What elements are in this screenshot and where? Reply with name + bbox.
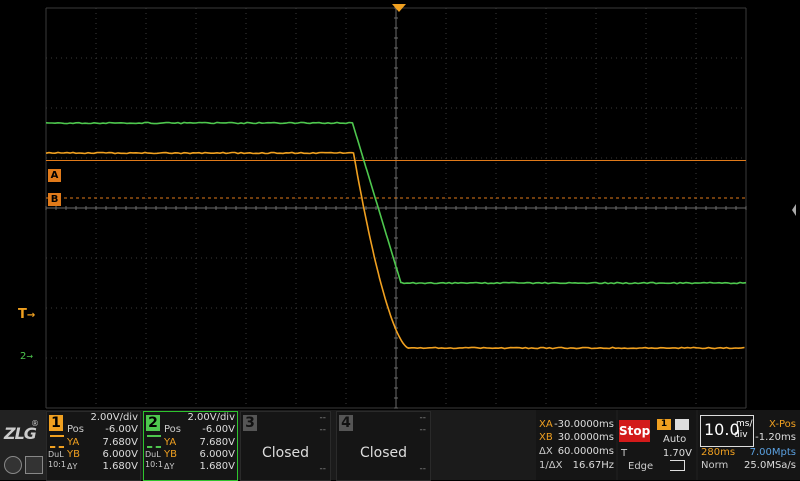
ch1-dy: 1.680V (103, 461, 138, 472)
trigger-level-label: T (621, 448, 627, 459)
ch4-dy-placeholder: -- (420, 464, 427, 474)
touch-icon[interactable] (4, 456, 22, 474)
trigger-type: Edge (628, 461, 653, 472)
ch2-yb: 6.000V (200, 449, 235, 460)
right-scroll-icon[interactable] (792, 204, 796, 216)
dx-value: 60.0000ms (558, 446, 614, 457)
ch3-panel[interactable]: 3 -- -- Closed -- (240, 411, 331, 481)
ch2-probe: 10:1 (145, 459, 163, 470)
ch3-scale-placeholder: -- (320, 413, 327, 423)
trigger-level-marker[interactable]: T→ (18, 307, 35, 322)
ch1-pos: -6.00V (105, 424, 138, 435)
timebase-unit-bottom: div (734, 430, 748, 441)
ch1-number: 1 (49, 415, 63, 431)
freq-label: 1/ΔX (539, 460, 562, 471)
timebase-unit-top: ms/ (736, 419, 753, 430)
xpos-value: -1.20ms (755, 432, 796, 443)
ch2-scale: 2.00V/div (187, 412, 235, 423)
ch2-ref-arrow-icon: → (26, 352, 33, 361)
xa-label: XA (539, 419, 553, 430)
cursor-readout-panel[interactable]: XA -30.0000ms XB 30.0000ms ΔX 60.0000ms … (536, 410, 616, 480)
acquire-mode: Norm (701, 460, 728, 471)
trigger-level-label: T (18, 307, 27, 322)
ch3-status: Closed (241, 445, 330, 461)
ch2-yb-label: YB (164, 449, 177, 460)
trigger-panel[interactable]: Stop 1 Auto T 1.70V Edge (618, 410, 696, 480)
ch1-waveform (46, 153, 745, 349)
ch1-ya: 7.680V (103, 437, 138, 448)
trigger-arrow-icon: → (27, 310, 35, 321)
dx-label: ΔX (539, 446, 553, 457)
ch1-yb-label: YB (67, 449, 80, 460)
freq-value: 16.67Hz (573, 460, 614, 471)
ch4-status: Closed (337, 445, 430, 461)
ch4-pos-placeholder: -- (420, 425, 427, 435)
trigger-coupling-icon (675, 419, 689, 430)
cursor-b-marker[interactable]: B (48, 193, 61, 206)
ch2-pos-label: Pos (164, 424, 181, 435)
ch1-coupling-icon (50, 435, 64, 448)
xa-value: -30.0000ms (554, 419, 614, 430)
waveform-display[interactable] (0, 0, 800, 410)
xb-label: XB (539, 432, 553, 443)
trigger-source-badge[interactable]: 1 (657, 419, 671, 430)
ch3-number: 3 (243, 415, 257, 431)
memory-points: 7.00Mpts (750, 447, 796, 458)
ch3-pos-placeholder: -- (320, 425, 327, 435)
ch1-yb: 6.000V (103, 449, 138, 460)
sample-rate: 25.0MSa/s (744, 460, 796, 471)
ch1-ya-label: YA (67, 437, 79, 448)
trigger-mode: Auto (663, 434, 686, 445)
ch2-coupling-icon (147, 435, 161, 448)
ch1-pos-label: Pos (67, 424, 84, 435)
ch4-number: 4 (339, 415, 353, 431)
registered-icon: ® (31, 419, 39, 428)
ch1-probe: 10:1 (48, 459, 66, 470)
ch2-ref-marker[interactable]: 2→ (20, 351, 33, 362)
ch2-ya: 7.680V (200, 437, 235, 448)
ch2-dy-label: ΔY (164, 461, 174, 472)
run-stop-button[interactable]: Stop (619, 420, 650, 442)
ch2-panel[interactable]: 2 2.00V/div Pos -6.00V YA 7.680V YB 6.00… (143, 411, 238, 481)
trigger-level: 1.70V (663, 448, 692, 459)
ch1-dy-label: ΔY (67, 461, 77, 472)
ch2-number: 2 (146, 415, 160, 431)
timebase-panel[interactable]: 10.0 ms/ div X-Pos -1.20ms 280ms 7.00Mpt… (698, 410, 800, 480)
cursor-a-marker[interactable]: A (48, 169, 61, 182)
ch4-panel[interactable]: 4 -- -- Closed -- (336, 411, 431, 481)
ch4-scale-placeholder: -- (420, 413, 427, 423)
record-length: 280ms (701, 447, 735, 458)
ch2-pos: -6.00V (202, 424, 235, 435)
ch2-ya-label: YA (164, 437, 176, 448)
ch1-scale: 2.00V/div (90, 412, 138, 423)
ch2-dy: 1.680V (200, 461, 235, 472)
xb-value: 30.0000ms (558, 432, 614, 443)
falling-edge-icon (670, 460, 685, 471)
ch3-dy-placeholder: -- (320, 464, 327, 474)
logo-area: ZLG ® (0, 410, 46, 480)
xpos-label: X-Pos (769, 419, 796, 430)
screenshot-icon[interactable] (25, 456, 43, 474)
ch1-panel[interactable]: 1 2.00V/div Pos -6.00V YA 7.680V YB 6.00… (46, 411, 141, 481)
